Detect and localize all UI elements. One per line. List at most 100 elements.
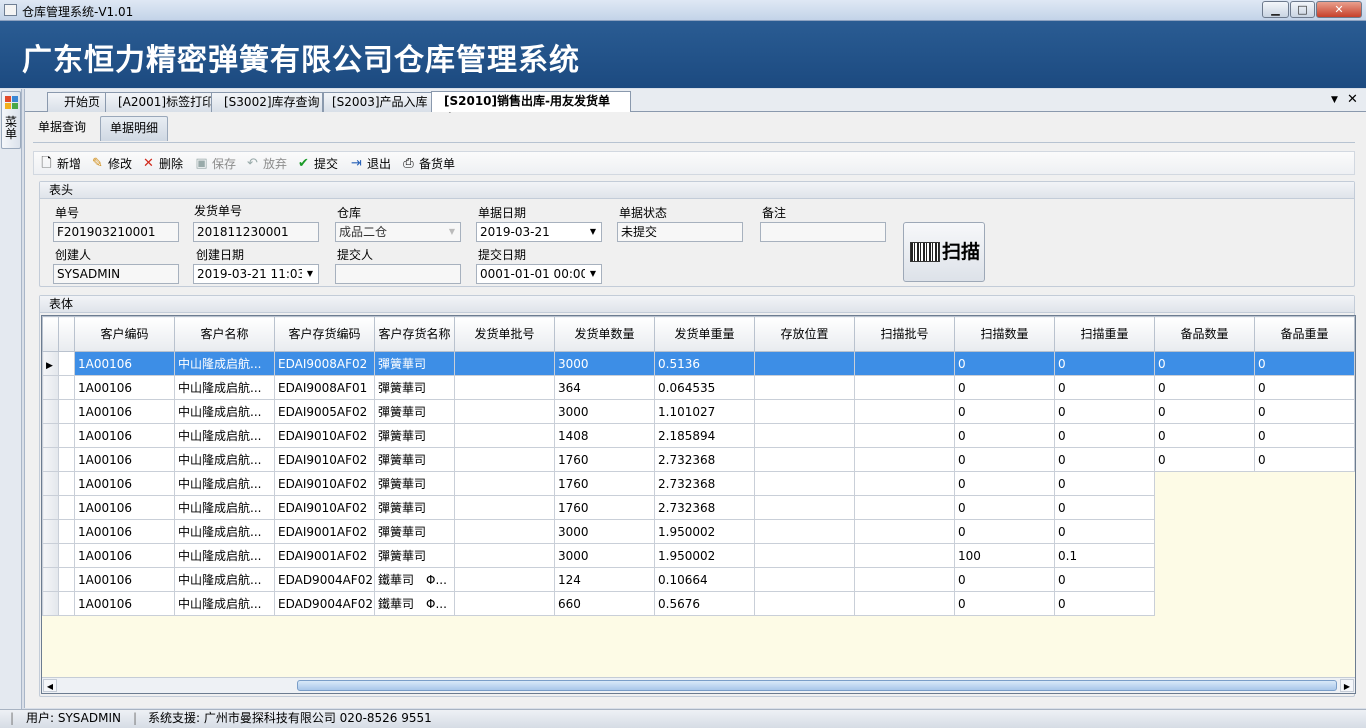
table-row[interactable]: 1A00106 中山隆成启航... EDAI9001AF02 彈簧華司 3000 1.95… <box>42 519 1355 544</box>
cell-spare-qty[interactable]: 0 <box>1154 399 1255 424</box>
tab-product-inbound[interactable]: [S2003]产品入库 <box>323 92 435 112</box>
maximize-button[interactable]: □ <box>1290 1 1315 18</box>
cell-ship-weight[interactable]: 1.101027 <box>654 399 755 424</box>
cell-cust-name[interactable]: 中山隆成启航... <box>174 375 275 400</box>
doc-no-field[interactable]: F201903210001 <box>53 222 179 242</box>
cell-cust-name[interactable]: 中山隆成启航... <box>174 399 275 424</box>
cell-cust-item-name[interactable]: 彈簧華司 <box>374 375 455 400</box>
col-header[interactable]: 扫描数量 <box>954 316 1055 352</box>
cell-cust-name[interactable]: 中山隆成启航... <box>174 423 275 448</box>
cell-cust-item-name[interactable]: 彈簧華司 <box>374 543 455 568</box>
cell-cust-item-name[interactable]: 彈簧華司 <box>374 495 455 520</box>
cell-cust-item-name[interactable]: 彈簧華司 <box>374 447 455 472</box>
cell-ship-weight[interactable]: 2.732368 <box>654 495 755 520</box>
cell-scan-qty[interactable]: 0 <box>954 519 1055 544</box>
col-header[interactable]: 客户编码 <box>74 316 175 352</box>
cell-scan-weight[interactable]: 0 <box>1054 519 1155 544</box>
cell-cust-item-code[interactable]: EDAD9004AF02 <box>274 591 375 616</box>
cell-location[interactable] <box>754 543 855 568</box>
cell-ship-weight[interactable]: 1.950002 <box>654 519 755 544</box>
cell-scan-qty[interactable]: 0 <box>954 471 1055 496</box>
cell-cust-item-code[interactable]: EDAD9004AF02 <box>274 567 375 592</box>
cell-spare-weight[interactable]: 0 <box>1254 447 1355 472</box>
cell-spare-weight[interactable]: 0 <box>1254 351 1355 376</box>
warehouse-select[interactable]: 成品二仓 ▼ <box>335 222 461 242</box>
tab-label-print[interactable]: [A2001]标签打印 <box>105 92 217 112</box>
doc-date-picker[interactable]: 2019-03-21 ▼ <box>476 222 602 242</box>
row-header[interactable] <box>42 543 59 568</box>
cell-scan-batch[interactable] <box>854 399 955 424</box>
cell-cust-item-code[interactable]: EDAI9010AF02 <box>274 447 375 472</box>
col-header[interactable]: 客户存货名称 <box>374 316 455 352</box>
cell-scan-weight[interactable]: 0 <box>1054 495 1155 520</box>
cell-cust-name[interactable]: 中山隆成启航... <box>174 567 275 592</box>
close-button[interactable]: ✕ <box>1316 1 1362 18</box>
cell-cust-item-code[interactable]: EDAI9001AF02 <box>274 519 375 544</box>
tab-list-dropdown-icon[interactable]: ▼ <box>1331 95 1338 105</box>
tab-doc-detail[interactable]: 单据明细 <box>100 116 168 141</box>
submit-date-picker[interactable]: 0001-01-01 00:00: ▼ <box>476 264 602 284</box>
cell-ship-batch[interactable] <box>454 471 555 496</box>
cell-scan-batch[interactable] <box>854 423 955 448</box>
cell-spare-weight[interactable]: 0 <box>1254 423 1355 448</box>
cell-scan-weight[interactable]: 0.1 <box>1054 543 1155 568</box>
cell-location[interactable] <box>754 399 855 424</box>
cell-cust-item-code[interactable]: EDAI9010AF02 <box>274 423 375 448</box>
cell-spare-weight[interactable]: 0 <box>1254 375 1355 400</box>
cell-scan-qty[interactable]: 0 <box>954 375 1055 400</box>
row-header[interactable]: ▶ <box>42 351 59 376</box>
cell-scan-batch[interactable] <box>854 567 955 592</box>
cell-ship-weight[interactable]: 0.064535 <box>654 375 755 400</box>
cell-ship-weight[interactable]: 1.950002 <box>654 543 755 568</box>
row-header[interactable] <box>42 567 59 592</box>
cell-scan-batch[interactable] <box>854 375 955 400</box>
table-row[interactable]: 1A00106 中山隆成启航... EDAI9005AF02 彈簧華司 3000 1.10… <box>42 399 1355 424</box>
cell-scan-batch[interactable] <box>854 471 955 496</box>
table-row[interactable]: 1A00106 中山隆成启航... EDAD9004AF02 鐵華司 Φ... 124 0… <box>42 567 1355 592</box>
cell-location[interactable] <box>754 567 855 592</box>
table-row[interactable]: ▶ 1A00106 中山隆成启航... EDAI9008AF02 彈簧華司 3000 0.5… <box>42 351 1355 376</box>
cell-cust-item-name[interactable]: 鐵華司 Φ... <box>374 567 455 592</box>
cell-scan-batch[interactable] <box>854 447 955 472</box>
table-row[interactable]: 1A00106 中山隆成启航... EDAI9010AF02 彈簧華司 1408 2.18… <box>42 423 1355 448</box>
cell-ship-qty[interactable]: 124 <box>554 567 655 592</box>
table-row[interactable]: 1A00106 中山隆成启航... EDAI9001AF02 彈簧華司 3000 1.95… <box>42 543 1355 568</box>
cell-spare-weight[interactable]: 0 <box>1254 399 1355 424</box>
cell-cust-code[interactable]: 1A00106 <box>74 399 175 424</box>
cell-cust-item-code[interactable]: EDAI9001AF02 <box>274 543 375 568</box>
cell-cust-item-code[interactable]: EDAI9010AF02 <box>274 471 375 496</box>
tab-sales-outbound[interactable]: [S2010]销售出库-用友发货单方... <box>431 91 631 126</box>
scroll-left-icon[interactable]: ◀ <box>43 679 57 692</box>
cell-location[interactable] <box>754 423 855 448</box>
cell-cust-name[interactable]: 中山隆成启航... <box>174 519 275 544</box>
row-header[interactable] <box>42 447 59 472</box>
tab-close-icon[interactable]: ✕ <box>1347 92 1358 107</box>
minimize-button[interactable]: ▁ <box>1262 1 1289 18</box>
cell-ship-batch[interactable] <box>454 495 555 520</box>
tab-doc-query[interactable]: 单据查询 <box>31 116 93 141</box>
col-header[interactable]: 发货单数量 <box>554 316 655 352</box>
cell-ship-qty[interactable]: 660 <box>554 591 655 616</box>
row-header[interactable] <box>42 519 59 544</box>
cell-scan-weight[interactable]: 0 <box>1054 471 1155 496</box>
cell-ship-weight[interactable]: 0.5676 <box>654 591 755 616</box>
cell-cust-name[interactable]: 中山隆成启航... <box>174 543 275 568</box>
horizontal-scrollbar[interactable]: ◀ ▶ <box>42 677 1355 693</box>
cell-scan-qty[interactable]: 0 <box>954 495 1055 520</box>
cell-location[interactable] <box>754 351 855 376</box>
status-field[interactable]: 未提交 <box>617 222 743 242</box>
cell-spare-qty[interactable]: 0 <box>1154 423 1255 448</box>
edit-button[interactable]: ✎ 修改 <box>90 155 132 173</box>
cell-cust-item-name[interactable]: 彈簧華司 <box>374 423 455 448</box>
cell-cust-name[interactable]: 中山隆成启航... <box>174 351 275 376</box>
cell-ship-batch[interactable] <box>454 519 555 544</box>
cell-ship-batch[interactable] <box>454 447 555 472</box>
cell-cust-name[interactable]: 中山隆成启航... <box>174 495 275 520</box>
cell-cust-item-code[interactable]: EDAI9005AF02 <box>274 399 375 424</box>
cell-cust-code[interactable]: 1A00106 <box>74 567 175 592</box>
cell-ship-batch[interactable] <box>454 375 555 400</box>
cell-location[interactable] <box>754 519 855 544</box>
cell-cust-name[interactable]: 中山隆成启航... <box>174 591 275 616</box>
cell-scan-qty[interactable]: 100 <box>954 543 1055 568</box>
create-date-picker[interactable]: 2019-03-21 11:03: ▼ <box>193 264 319 284</box>
